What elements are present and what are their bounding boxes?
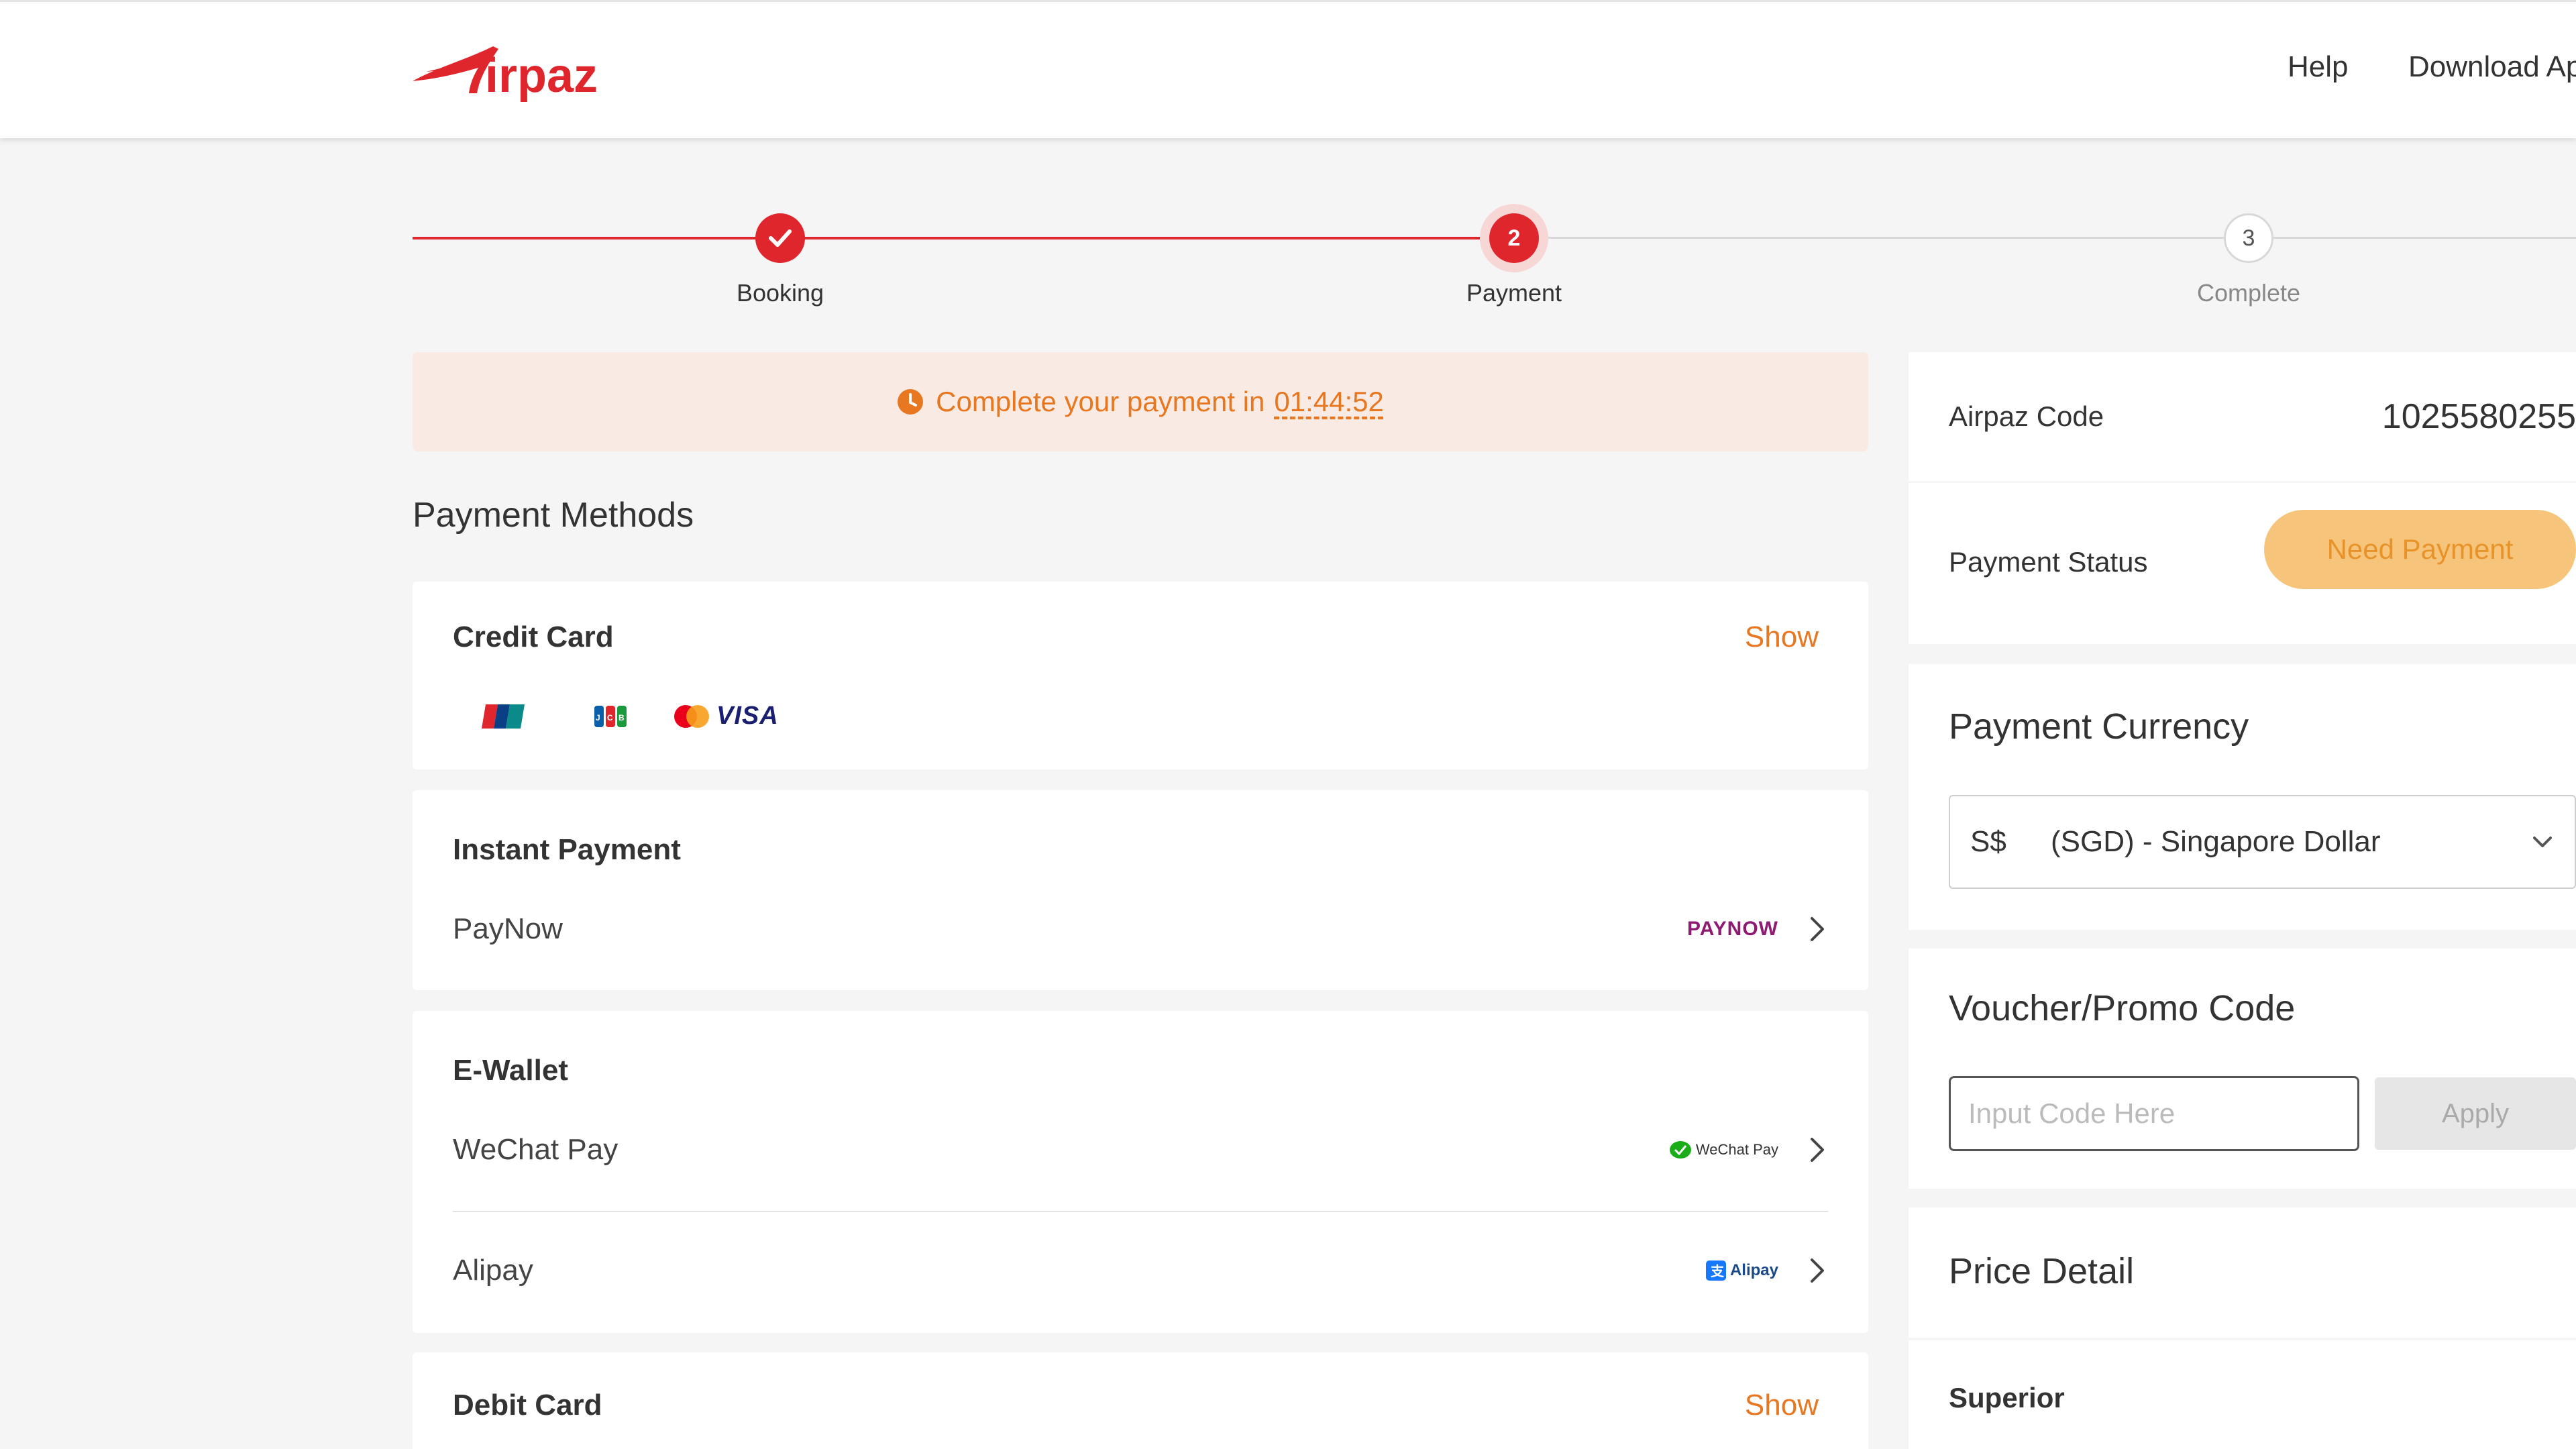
nav-download-app-link[interactable]: Download Ap — [2408, 50, 2576, 84]
step-label: Payment — [1466, 279, 1562, 307]
credit-card-title: Credit Card — [453, 621, 614, 653]
currency-select[interactable]: S$ (SGD) - Singapore Dollar — [1949, 795, 2576, 889]
currency-symbol: S$ — [1970, 825, 2006, 858]
alipay-logo-text: Alipay — [1729, 1261, 1778, 1279]
chevron-down-icon — [2533, 837, 2552, 847]
airpaz-code-label: Airpaz Code — [1949, 400, 2104, 432]
apply-button[interactable]: Apply — [2375, 1077, 2576, 1150]
alipay-label: Alipay — [453, 1254, 533, 1287]
divider — [453, 1211, 1828, 1212]
credit-card-section[interactable]: Credit Card Show — [413, 582, 1868, 769]
unionpay-logo — [482, 704, 525, 729]
card-logos: J C B VISA — [482, 702, 779, 731]
step-label: Complete — [2196, 279, 2301, 307]
mastercard-logo — [674, 704, 709, 728]
instant-payment-section: Instant Payment PayNow PAYNOW — [413, 790, 1868, 990]
wechat-pay-option[interactable]: WeChat Pay WeChat Pay — [453, 1113, 1828, 1187]
debit-card-title: Debit Card — [453, 1389, 602, 1421]
wechat-pay-label: WeChat Pay — [453, 1133, 619, 1166]
svg-text:C: C — [607, 713, 613, 722]
svg-text:支: 支 — [1711, 1263, 1725, 1279]
alipay-logo: 支 Alipay — [1705, 1260, 1778, 1281]
instant-payment-title: Instant Payment — [453, 833, 681, 866]
check-icon — [755, 213, 805, 263]
voucher-title: Voucher/Promo Code — [1949, 988, 2296, 1028]
price-detail-body: Superior — [1909, 1340, 2576, 1449]
debit-card-section[interactable]: Debit Card Show — [413, 1352, 1868, 1449]
jcb-logo: J C B — [594, 705, 627, 727]
svg-text:B: B — [619, 713, 625, 722]
stepper-progress-line — [413, 237, 1513, 239]
e-wallet-section: E-Wallet WeChat Pay WeChat Pay Alipay 支 … — [413, 1011, 1868, 1333]
payment-currency-card: Payment Currency S$ (SGD) - Singapore Do… — [1909, 664, 2576, 930]
alipay-option[interactable]: Alipay 支 Alipay — [453, 1234, 1828, 1307]
credit-card-show-button[interactable]: Show — [1745, 621, 1819, 654]
voucher-card: Voucher/Promo Code Apply — [1909, 949, 2576, 1189]
wechat-pay-logo-text: WeChat Pay — [1695, 1141, 1778, 1158]
payment-timer-banner: Complete your payment in 01:44:52 — [413, 352, 1868, 451]
svg-text:J: J — [596, 713, 600, 722]
payment-methods-title: Payment Methods — [413, 496, 694, 535]
top-header: irpaz Help Download Ap — [0, 0, 2576, 138]
timer-text: Complete your payment in — [936, 386, 1265, 417]
stepper-remaining-line — [1513, 237, 2576, 239]
nav-help-link[interactable]: Help — [2288, 50, 2349, 84]
price-detail-title: Price Detail — [1949, 1251, 2135, 1291]
svg-text:irpaz: irpaz — [485, 49, 598, 103]
price-detail-item: Superior — [1949, 1382, 2065, 1413]
visa-logo: VISA — [716, 702, 779, 730]
paynow-label: PayNow — [453, 912, 563, 945]
payment-status-card: Payment Status Need Payment — [1909, 483, 2576, 644]
paynow-logo: PAYNOW — [1686, 918, 1778, 940]
step-label: Booking — [736, 279, 824, 307]
paynow-option[interactable]: PayNow PAYNOW — [453, 892, 1828, 966]
price-detail-header: Price Detail — [1909, 1208, 2576, 1338]
alipay-icon: 支 — [1705, 1260, 1726, 1281]
currency-selected-value: (SGD) - Singapore Dollar — [2051, 825, 2381, 858]
step-complete: 3 Complete — [2148, 208, 2349, 307]
debit-card-show-button[interactable]: Show — [1745, 1389, 1819, 1422]
chevron-right-icon — [1811, 1258, 1824, 1283]
payment-status-badge: Need Payment — [2264, 510, 2576, 589]
e-wallet-title: E-Wallet — [453, 1054, 568, 1087]
step-number: 2 — [1489, 213, 1539, 263]
airpaz-logo-icon: irpaz — [413, 46, 598, 103]
airpaz-logo[interactable]: irpaz — [413, 40, 634, 104]
step-payment: 2 Payment — [1413, 208, 1615, 307]
wechat-pay-logo: WeChat Pay — [1669, 1140, 1778, 1160]
chevron-right-icon — [1811, 1138, 1824, 1162]
wechat-icon — [1669, 1141, 1691, 1159]
clock-icon — [898, 389, 924, 415]
payment-status-label: Payment Status — [1949, 546, 2148, 578]
step-number: 3 — [2224, 213, 2273, 263]
airpaz-code-card: Airpaz Code 1025580255 — [1909, 352, 2576, 481]
chevron-right-icon — [1811, 917, 1824, 941]
airpaz-code-value: 1025580255 — [2381, 397, 2576, 436]
payment-currency-title: Payment Currency — [1949, 706, 2249, 747]
step-booking: Booking — [680, 208, 881, 307]
promo-code-input[interactable] — [1949, 1076, 2359, 1151]
booking-stepper: Booking 2 Payment 3 Complete — [413, 208, 2576, 315]
countdown-time: 01:44:52 — [1274, 386, 1384, 417]
